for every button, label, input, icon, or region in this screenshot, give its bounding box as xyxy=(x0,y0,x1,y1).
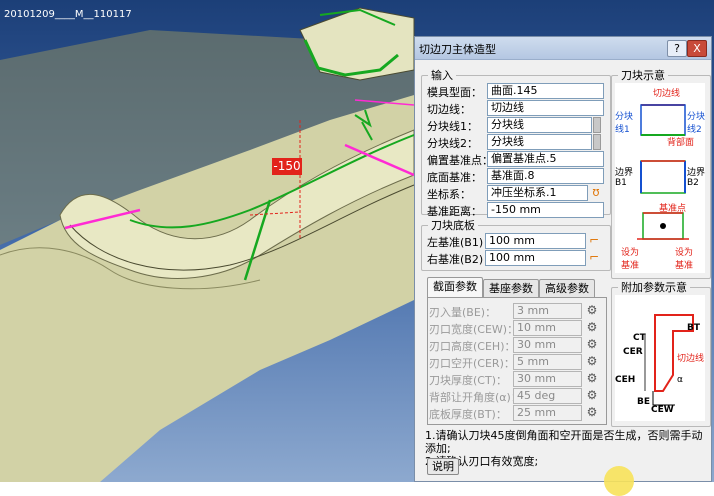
input-group-legend: 输入 xyxy=(431,69,453,82)
back-face-label: 背部面 xyxy=(667,138,695,148)
be-label: BE xyxy=(637,397,651,407)
gear-icon[interactable]: ⚙ xyxy=(585,371,599,385)
bottom-plane-field[interactable]: 基准面.8 xyxy=(487,168,604,184)
note-2: 2.请确认刃口有效宽度; xyxy=(425,455,539,468)
cer-label: CER xyxy=(623,347,643,357)
right-base-field[interactable]: 100 mm xyxy=(485,250,586,266)
field-label: 切边线： xyxy=(427,103,471,116)
param-label: 底板厚度(BT)： xyxy=(429,408,507,421)
viewport-title: 20101209____M__110117 xyxy=(4,9,132,20)
cew-label: CEW xyxy=(651,405,674,415)
help-button[interactable]: ? xyxy=(667,40,687,57)
split-line-1-field[interactable]: 分块线 xyxy=(487,117,592,133)
split-line-1-label: 分块 线1 xyxy=(615,112,634,135)
dialog-title: 切边刀主体造型 xyxy=(419,43,496,56)
note-1: 1.请确认刀块45度倒角面和空开面是否生成，否则需手动添加; xyxy=(425,429,703,455)
ceh-label: CEH xyxy=(615,375,636,385)
bt-field[interactable]: 25 mm xyxy=(513,405,582,421)
gear-icon[interactable]: ⚙ xyxy=(585,320,599,334)
extra-param-legend: 附加参数示意 xyxy=(621,281,687,294)
field-label: 模具型面： xyxy=(427,86,482,99)
tab-base-params[interactable]: 基座参数 xyxy=(483,279,539,297)
param-label: 背部让开角度(α)： xyxy=(429,391,522,404)
param-label: 刃口宽度(CEW)： xyxy=(429,323,519,336)
split-line-2-scrollbar[interactable] xyxy=(593,134,601,150)
coord-system-field[interactable]: 冲压坐标系.1 xyxy=(487,185,588,201)
field-label: 分块线2： xyxy=(427,137,478,150)
base-plate-legend: 刀块底板 xyxy=(431,219,475,232)
field-label: 坐标系： xyxy=(427,188,471,201)
ceh-field[interactable]: 30 mm xyxy=(513,337,582,353)
coord-system-pick-icon[interactable]: ʊ xyxy=(589,185,603,199)
bound-b1-label: 边界 B1 xyxy=(615,168,634,188)
bound-b2-label: 边界 B2 xyxy=(687,168,706,188)
ct-label: CT xyxy=(633,333,646,343)
mold-surface-field[interactable]: 曲面.145 xyxy=(487,83,604,99)
gear-icon[interactable]: ⚙ xyxy=(585,337,599,351)
alpha-field[interactable]: 45 deg xyxy=(513,388,582,404)
blade-diagram-legend: 刀块示意 xyxy=(621,69,665,82)
trim-line-label-2: 切边线 xyxy=(677,354,705,364)
blade-diagram: 切边线 分块 线1 分块 线2 背部面 边界 B1 边界 B2 基准点 设为 基… xyxy=(615,83,705,273)
base-point-label: 基准点 xyxy=(659,204,687,214)
cursor-highlight xyxy=(604,466,634,496)
field-label: 偏置基准点： xyxy=(427,154,493,167)
close-button[interactable]: X xyxy=(687,40,707,57)
gear-icon[interactable]: ⚙ xyxy=(585,388,599,402)
dialog-titlebar[interactable]: 切边刀主体造型 ? X xyxy=(415,37,711,60)
explain-button[interactable]: 说明 xyxy=(427,458,459,475)
be-field[interactable]: 3 mm xyxy=(513,303,582,319)
gear-icon[interactable]: ⚙ xyxy=(585,354,599,368)
right-base-pick-icon[interactable]: ⌐ xyxy=(587,250,601,264)
cew-field[interactable]: 10 mm xyxy=(513,320,582,336)
base-distance-field[interactable]: -150 mm xyxy=(487,202,604,218)
left-base-pick-icon[interactable]: ⌐ xyxy=(587,233,601,247)
tab-advanced-params[interactable]: 高级参数 xyxy=(539,279,595,297)
split-line-2-label: 分块 线2 xyxy=(687,112,706,135)
field-label: 底面基准： xyxy=(427,171,482,184)
bt-label: BT xyxy=(687,323,700,333)
trim-blade-dialog: 切边刀主体造型 ? X 输入 模具型面： 曲面.145 切边线： 切边线 分块线… xyxy=(414,36,712,482)
set-base-right-label: 设为 基准 xyxy=(675,248,694,271)
left-base-field[interactable]: 100 mm xyxy=(485,233,586,249)
split-line-1-scrollbar[interactable] xyxy=(593,117,601,133)
cer-field[interactable]: 5 mm xyxy=(513,354,582,370)
dimension-label[interactable]: -150 xyxy=(272,158,302,175)
param-label: 刃入量(BE)： xyxy=(429,306,497,319)
tab-section-params[interactable]: 截面参数 xyxy=(427,277,483,297)
split-line-2-field[interactable]: 分块线 xyxy=(487,134,592,150)
alpha-label: α xyxy=(677,375,683,385)
param-label: 刀块厚度(CT)： xyxy=(429,374,507,387)
param-label: 刃口空开(CER)： xyxy=(429,357,515,370)
param-label: 刃口高度(CEH)： xyxy=(429,340,516,353)
set-base-left-label: 设为 基准 xyxy=(621,248,640,271)
trim-line-label: 切边线 xyxy=(653,89,681,99)
trim-line-field[interactable]: 切边线 xyxy=(487,100,604,116)
ct-field[interactable]: 30 mm xyxy=(513,371,582,387)
field-label: 分块线1： xyxy=(427,120,478,133)
gear-icon[interactable]: ⚙ xyxy=(585,405,599,419)
extra-param-diagram: BT CT CER 切边线 CEH α BE CEW xyxy=(615,295,705,421)
gear-icon[interactable]: ⚙ xyxy=(585,303,599,317)
offset-point-field[interactable]: 偏置基准点.5 xyxy=(487,151,604,167)
notes: 1.请确认刀块45度倒角面和空开面是否生成，否则需手动添加; 2.请确认刃口有效… xyxy=(425,429,711,468)
